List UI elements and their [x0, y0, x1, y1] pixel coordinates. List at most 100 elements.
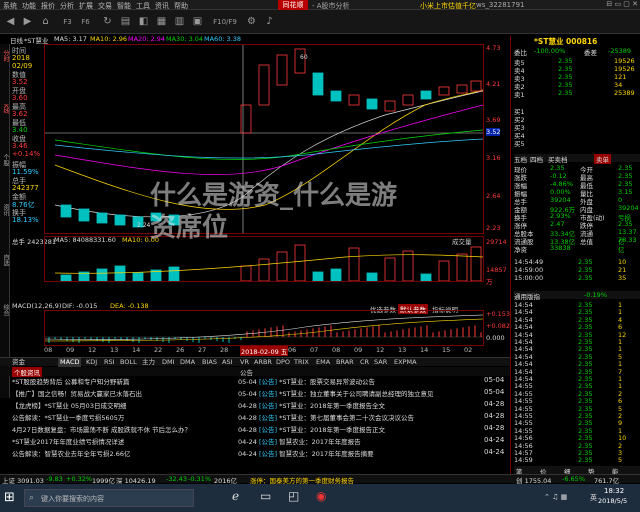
- stat-row[interactable]: 涨停 2.47 跌停 2.35: [514, 220, 640, 230]
- edge-icon[interactable]: ℯ: [232, 489, 239, 503]
- stock-icon[interactable]: ▤: [118, 13, 133, 31]
- windows-start-icon[interactable]: ⊞: [4, 490, 15, 505]
- vtab-3[interactable]: 个股: [0, 154, 10, 166]
- bond-icon[interactable]: ▦: [154, 13, 169, 31]
- ind-tab-arbr[interactable]: ARBR: [252, 358, 274, 367]
- ind-tab-main[interactable]: 主力: [140, 358, 157, 367]
- ind-tab-trix[interactable]: TRIX: [292, 358, 311, 367]
- ind-tab-rsi[interactable]: RSI: [102, 358, 117, 367]
- tray-icons[interactable]: ⌃ ♫ ▦: [544, 493, 567, 501]
- stat-row[interactable]: 涨跌 -0.12 最高 2.35: [514, 172, 640, 182]
- volume-bar: [276, 251, 288, 282]
- ind-tab-dpo[interactable]: DPO: [274, 358, 292, 367]
- vtab-1[interactable]: 分时: [0, 50, 10, 62]
- notice-item[interactable]: 05-04 [公告] *ST慧业：股票交易异常波动公告: [238, 376, 375, 386]
- window-controls[interactable]: ⊟ ▭ ▢ ✕: [606, 0, 638, 8]
- ind-tab-cr[interactable]: CR: [358, 358, 371, 367]
- f3-icon[interactable]: F3: [60, 13, 75, 31]
- ind-tab-bias[interactable]: BIAS: [200, 358, 219, 367]
- sell-order-row[interactable]: 卖2 2.35 34: [514, 81, 640, 91]
- ind-tab-expma[interactable]: EXPMA: [392, 358, 419, 367]
- weibi-row: 委比 -100.00% 委差 -25389: [514, 47, 632, 57]
- macd-chart[interactable]: [44, 310, 484, 346]
- buy-order-row[interactable]: 买2: [514, 114, 640, 124]
- stat-row[interactable]: 流通股 13.38亿 总值 78.33亿: [514, 236, 640, 254]
- quote-panel: *ST慧业 000816 委比 -100.00% 委差 -25389 卖5 2.3…: [510, 36, 640, 476]
- news-item[interactable]: 公告解读：*ST慧业一季度亏损5605万: [12, 412, 124, 422]
- ind-tab-fund[interactable]: 资金: [10, 358, 27, 367]
- stat-row[interactable]: 金额 922.6万 内盘 39204: [514, 204, 640, 214]
- bell-icon[interactable]: ♪: [262, 13, 277, 31]
- chart-icon[interactable]: ▥: [172, 13, 187, 31]
- notice-item[interactable]: 04-24 [公告] 智慧农业：2017年年度报告摘要: [238, 448, 374, 458]
- quote-tab[interactable]: 四档: [530, 154, 543, 164]
- stat-row[interactable]: 涨幅 -4.86% 最低 2.35: [514, 180, 640, 190]
- quote-tab[interactable]: 五档: [514, 154, 527, 164]
- notice-item[interactable]: 04-28 [公告] *ST慧业：2018年第一季度报告正文: [238, 424, 385, 434]
- vtab-4[interactable]: 资讯: [0, 204, 10, 216]
- fund-icon[interactable]: ◧: [136, 13, 151, 31]
- user-name[interactable]: ws_32281791: [476, 1, 525, 9]
- ind-tab-vr[interactable]: VR: [238, 358, 251, 367]
- sell-order-row[interactable]: 卖4 2.35 19526: [514, 65, 640, 75]
- tick-row[interactable]: 14:59 2.35 5: [514, 456, 640, 464]
- ths-app-icon[interactable]: ◉: [316, 489, 326, 503]
- forward-icon[interactable]: ▶: [20, 13, 35, 31]
- refresh-icon[interactable]: ↻: [100, 13, 115, 31]
- buy-order-row[interactable]: 买1: [514, 106, 640, 116]
- news-item[interactable]: 【龙虎榜】*ST慧业 05月03日成交明细: [12, 400, 126, 410]
- buy-order-row[interactable]: 买4: [514, 130, 640, 140]
- notice-item[interactable]: 05-04 [公告] *ST慧业：独立董事关于公司聘请副总经理的独立意见: [238, 388, 433, 398]
- sell-order-row[interactable]: 卖5 2.35 19526: [514, 57, 640, 67]
- back-icon[interactable]: ◀: [3, 13, 18, 31]
- input-lang[interactable]: 英: [590, 493, 597, 503]
- clock-date[interactable]: 2018/5/5: [598, 497, 627, 505]
- sell-order-row[interactable]: 卖1 2.35 25389: [514, 89, 640, 99]
- vtab-2[interactable]: K线: [0, 104, 10, 114]
- store-icon[interactable]: ◰: [288, 489, 299, 503]
- notice-item[interactable]: 04-28 [公告] *ST慧业：第七届董事会第二十次会议决议公告: [238, 412, 414, 422]
- stat-row[interactable]: 振幅 0.00% 量比 3.15: [514, 188, 640, 198]
- stat-row[interactable]: 现价 2.35 今开 2.35: [514, 164, 640, 174]
- news-icon[interactable]: ▣: [190, 13, 205, 31]
- notice-item[interactable]: 04-24 [公告] 智慧农业：2017年年度报告: [238, 436, 361, 446]
- news-item[interactable]: 【推广】国之信畅！贸易战大赢家已水落石出: [12, 388, 142, 398]
- ind-tab-asi[interactable]: ASI: [220, 358, 235, 367]
- clock-time[interactable]: 18:32: [604, 487, 624, 495]
- vtab-6[interactable]: 综合: [0, 304, 10, 316]
- ind-tab-sar[interactable]: SAR: [372, 358, 389, 367]
- tick-row[interactable]: 14:54:49 2.35 10: [514, 258, 640, 266]
- stat-row[interactable]: 总股本 33.34亿 流通 13.37亿: [514, 228, 640, 246]
- ind-tab-brar[interactable]: BRAR: [334, 358, 356, 367]
- stat-row[interactable]: 净资 33838: [514, 244, 640, 254]
- stat-row[interactable]: 总手 39204 外盘 0: [514, 196, 640, 206]
- ind-tab-boll[interactable]: BOLL: [118, 358, 139, 367]
- ind-tab-kdj[interactable]: KDJ: [84, 358, 99, 367]
- f10-icon[interactable]: F10/F9: [210, 13, 240, 31]
- news-item[interactable]: 4月27日数据复盘：市场震荡不断 成股跌就不休 节后怎么办？: [12, 424, 191, 434]
- tick-row[interactable]: 14:59:00 2.35 21: [514, 266, 640, 274]
- news-item[interactable]: *ST股股趋势背后 公募和专户知分野新篇: [12, 376, 129, 386]
- ind-tab-ema[interactable]: EMA: [314, 358, 332, 367]
- notice-item[interactable]: 04-28 [公告] *ST慧业：2018年第一季度报告全文: [238, 400, 385, 410]
- tick-row[interactable]: 15:00:00 2.35 35: [514, 274, 640, 282]
- home-icon[interactable]: ⌂: [38, 13, 53, 31]
- vtab-5[interactable]: 自选: [0, 254, 10, 266]
- taskbar-search-box[interactable]: ⌕ 键入你要搜索的内容: [24, 489, 194, 507]
- news-item[interactable]: 公告解读：智慧农业去年全年亏损2.66亿: [12, 448, 130, 458]
- ind-tab-dmi[interactable]: DMI: [160, 358, 177, 367]
- settings-icon[interactable]: ⚙: [244, 13, 259, 31]
- news-item[interactable]: *ST慧业2017年年度业绩亏损情况详述: [12, 436, 124, 446]
- ind-tab-dma[interactable]: DMA: [178, 358, 197, 367]
- buy-order-row[interactable]: 买5: [514, 138, 640, 148]
- ind-tab-macd[interactable]: MACD: [58, 358, 82, 367]
- folder-icon[interactable]: ▭: [260, 489, 271, 503]
- quote-tab[interactable]: 买卖档: [548, 154, 568, 164]
- macd-tick: +0.153: [486, 310, 511, 318]
- sell-order-row[interactable]: 卖3 2.35 121: [514, 73, 640, 83]
- f6-icon[interactable]: F6: [78, 13, 93, 31]
- buy-order-row[interactable]: 买3: [514, 122, 640, 132]
- quote-tab-sell[interactable]: 卖单: [594, 154, 611, 164]
- stat-row[interactable]: 换手 2.93% 市盈(动) 亏损: [514, 212, 640, 222]
- macd-name[interactable]: MACD(12,26,9): [12, 302, 61, 310]
